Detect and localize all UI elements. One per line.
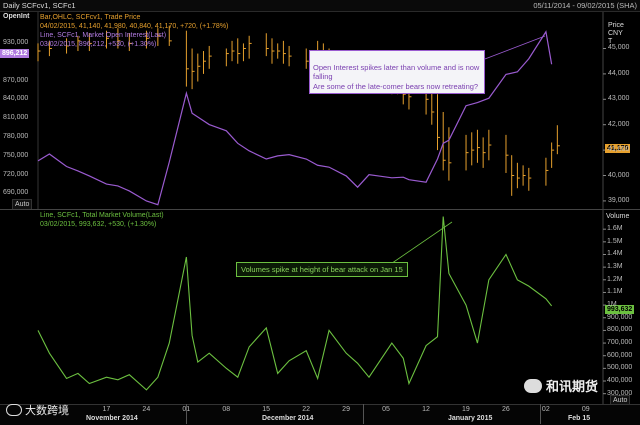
openint-tick-label: 750,000: [3, 151, 29, 159]
watermark-right: 和讯期货: [524, 376, 598, 395]
price-tick-label: 45,000: [608, 44, 630, 52]
upper-legend: Bar,OHLC, SCFcv1, Trade Price 04/02/2015…: [40, 13, 228, 49]
chart-title: Daily SCFcv1, SCFc1: [3, 1, 76, 10]
x-month-dec: December 2014: [262, 415, 314, 422]
x-tick-label: 12: [422, 406, 430, 413]
brand-logo-icon: [6, 404, 22, 416]
watermark-right-text: 和讯期货: [546, 379, 599, 394]
x-month-feb: Feb 15: [568, 415, 591, 422]
legend-oi-values: 03/02/2015, 896,212, +530, (+1.30%): [40, 41, 157, 48]
legend-volume-values: 03/02/2015, 993,632, +530, (+1.30%): [40, 221, 157, 228]
x-tick-label: 17: [102, 406, 111, 413]
price-tick-label: 41,000: [608, 146, 630, 154]
volume-annotation: Volumes spike at height of bear attack o…: [236, 262, 408, 277]
legend-price-values: 04/02/2015, 41,140, 41,980, 40,840, 41,1…: [40, 23, 229, 30]
lower-chart-svg[interactable]: [0, 210, 640, 404]
x-tick-label: 08: [222, 406, 231, 413]
x-month-separator: [186, 404, 188, 424]
x-tick-label: 22: [302, 406, 311, 413]
volume-tick-label: 1.3M: [607, 263, 623, 271]
price-axis-title: Price CNY T: [608, 22, 624, 46]
oi-value-tag: 896,212: [0, 49, 30, 58]
watermark-left: 大数跨境: [6, 402, 69, 418]
volume-tick-label: 500,000: [607, 364, 633, 372]
volume-tick-label: 1.4M: [607, 250, 623, 258]
price-tick-label: 39,000: [608, 196, 630, 204]
volume-tick-label: 300,000: [607, 389, 633, 397]
price-tick-label: 44,000: [608, 69, 630, 77]
volume-tick-label: 700,000: [607, 339, 633, 347]
openint-tick-label: 840,000: [3, 95, 29, 103]
openint-axis-title: OpenInt: [3, 13, 30, 20]
volume-tick-label: 400,000: [607, 377, 633, 385]
volume-tick-label: 1.6M: [607, 225, 623, 233]
x-tick-label: 26: [501, 406, 510, 413]
legend-oi-title: Line, SCFc1, Market Open Interest(Last): [40, 32, 167, 39]
x-month-nov: November 2014: [86, 415, 138, 422]
openint-tick-label: 720,000: [3, 170, 29, 178]
volume-tick-label: 1.2M: [607, 275, 623, 283]
volume-annotation-text: Volumes spike at height of bear attack o…: [241, 265, 403, 274]
price-tick-label: 42,000: [608, 120, 630, 128]
x-month-separator: [363, 404, 365, 424]
watermark-left-text: 大数跨境: [25, 405, 69, 417]
volume-tick-label: 1.5M: [607, 237, 623, 245]
x-tick-label: 05: [382, 406, 390, 413]
openint-tick-label: 870,000: [3, 76, 29, 84]
openint-tick-label: 930,000: [3, 39, 29, 47]
openint-tick-label: 810,000: [3, 114, 29, 122]
lower-panel[interactable]: [0, 210, 640, 404]
x-tick-label: 09: [581, 406, 590, 413]
x-tick-label: 19: [462, 406, 470, 413]
openint-tick-label: 780,000: [3, 133, 29, 141]
volume-tick-label: 600,000: [607, 351, 633, 359]
oi-annotation: Open Interest spikes later than volume a…: [309, 50, 485, 94]
legend-volume-title: Line, SCFc1, Total Market Volume(Last): [40, 212, 164, 219]
x-tick-label: 02: [541, 406, 550, 413]
wechat-icon: [524, 378, 542, 393]
legend-price-title: Bar,OHLC, SCFcv1, Trade Price: [40, 14, 141, 21]
oi-annotation-text: Open Interest spikes later than volume a…: [313, 62, 480, 91]
volume-axis-title: Volume: [606, 213, 630, 220]
volume-tick-label: 1.1M: [607, 288, 623, 296]
price-tick-label: 40,000: [608, 171, 630, 179]
price-axis-title-line: CNY: [608, 30, 623, 37]
volume-tick-label: 800,000: [607, 326, 633, 334]
x-tick-label: 15: [262, 406, 271, 413]
openint-tick-label: 690,000: [3, 189, 29, 197]
x-month-jan: January 2015: [448, 415, 493, 422]
volume-tick-label: 900,000: [607, 313, 633, 321]
window-title-bar: Daily SCFcv1, SCFc1 05/11/2014 - 09/02/2…: [0, 0, 640, 12]
x-tick-label: 29: [342, 406, 350, 413]
lower-legend: Line, SCFc1, Total Market Volume(Last) 0…: [40, 211, 164, 229]
volume-line: [37, 216, 553, 391]
x-tick-label: 24: [142, 406, 151, 413]
price-tick-label: 43,000: [608, 95, 630, 103]
x-month-separator: [540, 404, 542, 424]
price-axis-title-line: Price: [608, 22, 624, 29]
date-range: 05/11/2014 - 09/02/2015 (SHA): [533, 1, 637, 10]
volume-tick-label: 1M: [607, 301, 617, 309]
